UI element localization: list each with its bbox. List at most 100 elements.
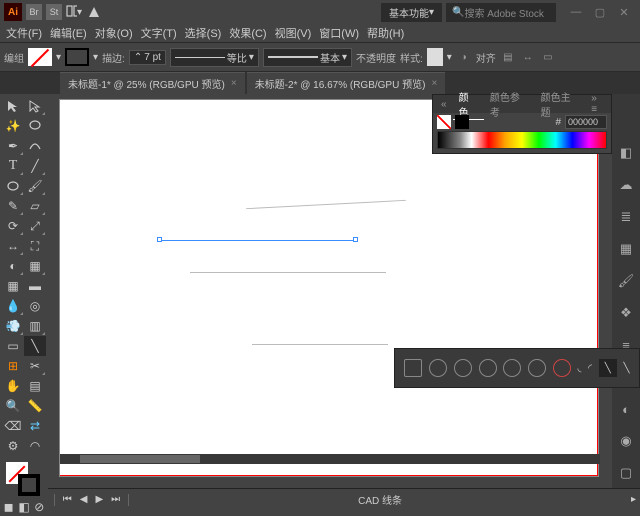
perspective-tool[interactable]: ▦ xyxy=(24,256,46,276)
minimize-button[interactable]: — xyxy=(564,4,588,20)
cad-line-options-panel[interactable]: ◟ ◜ ╲ ╲ xyxy=(394,348,640,388)
path-1[interactable] xyxy=(246,200,406,209)
selection-handle[interactable] xyxy=(157,237,162,242)
line-style-last-icon[interactable]: ╲ xyxy=(623,363,629,374)
line-style-selected-icon[interactable]: ╲ xyxy=(599,359,617,377)
symbols-panel-icon[interactable]: ❖ xyxy=(617,304,635,322)
artboard-nav-next[interactable]: ▶ xyxy=(95,494,103,505)
pen-tool[interactable]: ✒ xyxy=(2,136,24,156)
cap-square-icon[interactable] xyxy=(404,359,422,377)
bridge-badge[interactable]: Br xyxy=(26,4,42,20)
scrollbar-thumb[interactable] xyxy=(80,455,200,463)
gradient-tool[interactable]: ▬ xyxy=(24,276,46,296)
tab-color-guide[interactable]: 颜色参考 xyxy=(484,89,535,119)
scale-tool[interactable]: ⤢ xyxy=(24,216,46,236)
rectangle-tool[interactable] xyxy=(2,176,24,196)
opacity-label[interactable]: 不透明度 xyxy=(356,50,396,65)
close-icon[interactable]: × xyxy=(231,78,237,89)
stroke-swatch-mini[interactable] xyxy=(455,115,469,129)
arc-1-icon[interactable]: ◟ xyxy=(578,363,582,374)
canvas[interactable] xyxy=(60,100,598,476)
graphicstyles-panel-icon[interactable]: ▢ xyxy=(617,464,635,482)
hand-tool[interactable]: ✋ xyxy=(2,376,24,396)
menu-object[interactable]: 对象(O) xyxy=(93,25,135,41)
artboard-nav-last[interactable]: ⏭ xyxy=(111,494,120,505)
stock-search-field[interactable]: 🔍 搜索 Adobe Stock xyxy=(446,3,556,22)
mesh-tool[interactable]: ▦ xyxy=(2,276,24,296)
arc-2-icon[interactable]: ◜ xyxy=(588,363,592,374)
fill-swatch[interactable] xyxy=(28,48,52,66)
spectrum-ramp[interactable] xyxy=(437,131,607,149)
cad-arc-tool[interactable]: ◠ xyxy=(24,436,46,456)
menu-edit[interactable]: 编辑(E) xyxy=(48,25,89,41)
libraries-panel-icon[interactable]: ☁ xyxy=(617,176,635,194)
cap-round-5-icon[interactable] xyxy=(528,359,546,377)
measure-tool[interactable]: 📏 xyxy=(24,396,46,416)
swatches-panel-icon[interactable]: ▦ xyxy=(617,240,635,258)
cap-round-2-icon[interactable] xyxy=(454,359,472,377)
cap-round-1-icon[interactable] xyxy=(429,359,447,377)
cap-dashed-icon[interactable] xyxy=(553,359,571,377)
close-button[interactable]: ✕ xyxy=(612,4,636,20)
type-tool[interactable]: T xyxy=(2,156,24,176)
arrange-docs-icon[interactable]: ▾ xyxy=(66,4,82,20)
fill-stroke-control[interactable] xyxy=(2,460,46,500)
print-tiling-tool[interactable]: ▤ xyxy=(24,376,46,396)
style-swatch[interactable] xyxy=(427,48,443,66)
doc-tab-1[interactable]: 未标题-1* @ 25% (RGB/GPU 预览)× xyxy=(60,72,245,94)
free-transform-tool[interactable]: ⛶ xyxy=(24,236,46,256)
zoom-tool[interactable]: 🔍 xyxy=(2,396,24,416)
eyedropper-tool[interactable]: 💧 xyxy=(2,296,24,316)
menu-effect[interactable]: 效果(C) xyxy=(227,25,268,41)
eraser-tool[interactable]: ▱ xyxy=(24,196,46,216)
recolor-icon[interactable]: ◑ xyxy=(456,49,472,65)
hex-input[interactable] xyxy=(565,115,607,129)
transparency-panel-icon[interactable]: ◐ xyxy=(617,400,635,418)
selection-tool[interactable] xyxy=(2,96,24,116)
magic-wand-tool[interactable]: ✨ xyxy=(2,116,24,136)
stock-badge[interactable]: St xyxy=(46,4,62,20)
maximize-button[interactable]: ▢ xyxy=(588,4,612,20)
cap-round-3-icon[interactable] xyxy=(479,359,497,377)
width-profile-dd[interactable]: 等比▾ xyxy=(170,48,259,67)
stroke-weight-input[interactable]: ⌃7 pt xyxy=(129,50,166,65)
artboard-tool[interactable]: ▭ xyxy=(2,336,24,356)
properties-panel-icon[interactable]: ◧ xyxy=(617,144,635,162)
fill-swatch-mini[interactable] xyxy=(437,115,451,129)
cad-convert-tool[interactable]: ⇄ xyxy=(24,416,46,436)
layers-panel-icon[interactable]: ≣ xyxy=(617,208,635,226)
rotate-tool[interactable]: ⟳ xyxy=(2,216,24,236)
width-tool[interactable]: ↔ xyxy=(2,236,24,256)
shape-builder-tool[interactable]: ◐ xyxy=(2,256,24,276)
menu-window[interactable]: 窗口(W) xyxy=(317,25,361,41)
selection-handle[interactable] xyxy=(353,237,358,242)
horizontal-scrollbar[interactable] xyxy=(60,454,600,464)
path-3[interactable] xyxy=(252,344,388,345)
shaper-tool[interactable]: ✎ xyxy=(2,196,24,216)
transform-icon[interactable]: ↔ xyxy=(520,49,536,65)
menu-help[interactable]: 帮助(H) xyxy=(365,25,406,41)
isolate-icon[interactable]: ▭ xyxy=(540,49,556,65)
slice-tool[interactable]: ✂ xyxy=(24,356,46,376)
direct-selection-tool[interactable] xyxy=(24,96,46,116)
cad-line-tool[interactable]: ╲ xyxy=(24,336,46,356)
artboard-nav-first[interactable]: ⏮ xyxy=(63,494,72,505)
lasso-tool[interactable] xyxy=(24,116,46,136)
cad-erase-tool[interactable]: ⌫ xyxy=(2,416,24,436)
menu-select[interactable]: 选择(S) xyxy=(183,25,224,41)
gpu-icon[interactable] xyxy=(86,4,102,20)
cap-round-4-icon[interactable] xyxy=(503,359,521,377)
symbol-sprayer-tool[interactable]: 💨 xyxy=(2,316,24,336)
menu-type[interactable]: 文字(T) xyxy=(139,25,179,41)
stroke-color-icon[interactable] xyxy=(18,474,40,496)
line-tool[interactable]: ╱ xyxy=(24,156,46,176)
curvature-tool[interactable] xyxy=(24,136,46,156)
cad-grid-tool[interactable]: ⊞ xyxy=(2,356,24,376)
paintbrush-tool[interactable]: 🖌 xyxy=(24,176,46,196)
align-icon[interactable]: ▤ xyxy=(500,49,516,65)
close-icon[interactable]: × xyxy=(431,78,437,89)
doc-tab-2[interactable]: 未标题-2* @ 16.67% (RGB/GPU 预览)× xyxy=(247,72,446,94)
artboard-nav-prev[interactable]: ◀ xyxy=(80,494,88,505)
brush-def-dd[interactable]: 基本▾ xyxy=(263,48,352,67)
appearance-panel-icon[interactable]: ◉ xyxy=(617,432,635,450)
